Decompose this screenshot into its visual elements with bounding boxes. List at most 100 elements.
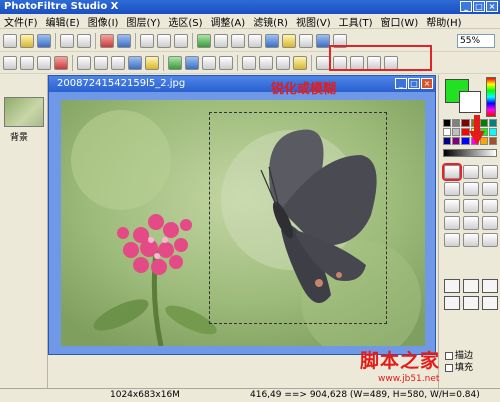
eyedropper-icon[interactable] (444, 182, 460, 196)
open-folder-icon[interactable] (20, 33, 34, 48)
palette-swatch[interactable] (443, 128, 452, 136)
grayscale-icon[interactable] (77, 55, 91, 70)
copy-icon[interactable] (157, 33, 171, 48)
smudge-icon[interactable] (444, 216, 460, 230)
color-balance-icon[interactable] (168, 55, 182, 70)
menu-edit[interactable]: 编辑(E) (46, 14, 80, 29)
menu-view[interactable]: 视图(V) (296, 14, 331, 29)
contrast-icon[interactable] (3, 55, 17, 70)
save-icon[interactable] (37, 33, 51, 48)
crop-icon[interactable] (231, 33, 245, 48)
auto-contrast-icon[interactable] (145, 55, 159, 70)
fill-option[interactable]: 填充 (445, 362, 473, 374)
menu-image[interactable]: 图像(I) (88, 14, 119, 29)
document-title: 20087241542159l5_2.jpg (57, 78, 186, 89)
annotation-label: 锐化或模糊 (271, 82, 337, 97)
doc-close-button[interactable]: × (421, 78, 433, 89)
outline-checkbox[interactable] (445, 351, 453, 360)
stamp-icon[interactable] (482, 233, 498, 247)
palette-swatch[interactable] (452, 119, 461, 127)
toolbar-separator (192, 32, 193, 49)
selection-marquee[interactable] (209, 112, 387, 324)
redo-icon[interactable] (117, 33, 131, 48)
palette-swatch[interactable] (479, 119, 488, 127)
gamma-icon[interactable] (37, 55, 51, 70)
close-button[interactable]: × (486, 1, 498, 12)
rounded-rect-shape-icon[interactable] (482, 279, 498, 293)
levels-icon[interactable] (202, 55, 216, 70)
fill-bucket-icon[interactable] (444, 199, 460, 213)
polygon-shape-icon[interactable] (482, 296, 498, 310)
eraser-icon[interactable] (444, 233, 460, 247)
diamond-shape-icon[interactable] (444, 296, 460, 310)
grid-icon[interactable] (299, 33, 313, 48)
fill-checkbox[interactable] (445, 363, 453, 372)
triangle-shape-icon[interactable] (463, 296, 479, 310)
frame-icon[interactable] (265, 33, 279, 48)
blur-tool-icon[interactable] (463, 216, 479, 230)
palette-swatch[interactable] (452, 137, 461, 145)
brightness-icon[interactable] (20, 55, 34, 70)
browser-icon[interactable] (316, 33, 330, 48)
transform-icon[interactable] (293, 55, 307, 70)
rotate-icon[interactable] (276, 55, 290, 70)
layer-icon[interactable] (282, 33, 296, 48)
doc-maximize-button[interactable]: □ (408, 78, 420, 89)
palette-swatch[interactable] (443, 137, 452, 145)
scan-icon[interactable] (77, 33, 91, 48)
image-canvas[interactable] (61, 100, 425, 346)
menu-filter[interactable]: 滤镜(R) (253, 14, 288, 29)
paste-icon[interactable] (174, 33, 188, 48)
color-spectrum[interactable] (486, 77, 496, 117)
saturation-icon[interactable] (54, 55, 68, 70)
outline-option[interactable]: 描边 (445, 350, 473, 362)
spray-icon[interactable] (463, 199, 479, 213)
sharpen-icon[interactable] (316, 55, 330, 70)
brush-icon[interactable] (482, 199, 498, 213)
flip-v-icon[interactable] (259, 55, 273, 70)
image-size-icon[interactable] (197, 33, 211, 48)
minimize-button[interactable]: _ (460, 1, 472, 12)
zoom-select[interactable]: 55% (457, 34, 495, 48)
menu-adjust[interactable]: 调整(A) (211, 14, 246, 29)
auto-level-icon[interactable] (128, 55, 142, 70)
cut-icon[interactable] (140, 33, 154, 48)
pencil-icon[interactable] (463, 182, 479, 196)
select-tool-icon[interactable] (442, 163, 462, 181)
document-title-bar: 20087241542159l5_2.jpg _ □ × (49, 76, 435, 92)
menu-tools[interactable]: 工具(T) (339, 14, 373, 29)
palette-swatch[interactable] (443, 119, 452, 127)
doc-minimize-button[interactable]: _ (395, 78, 407, 89)
flip-h-icon[interactable] (242, 55, 256, 70)
maximize-button[interactable]: □ (473, 1, 485, 12)
drop-icon[interactable] (463, 233, 479, 247)
layer-thumbnail[interactable] (4, 97, 44, 127)
text-icon[interactable] (248, 33, 262, 48)
magic-wand-icon[interactable] (463, 165, 479, 179)
ellipse-shape-icon[interactable] (463, 279, 479, 293)
menu-window[interactable]: 窗口(W) (381, 14, 419, 29)
menu-layer[interactable]: 图层(Y) (126, 14, 160, 29)
background-color-swatch[interactable] (459, 91, 481, 113)
menu-help[interactable]: 帮助(H) (426, 14, 461, 29)
palette-swatch[interactable] (488, 119, 497, 127)
print-icon[interactable] (60, 33, 74, 48)
new-file-icon[interactable] (3, 33, 17, 48)
curves-icon[interactable] (219, 55, 233, 70)
hue-icon[interactable] (185, 55, 199, 70)
palette-swatch[interactable] (461, 119, 470, 127)
line-icon[interactable] (482, 182, 498, 196)
hand-icon[interactable] (482, 165, 498, 179)
undo-icon[interactable] (100, 33, 114, 48)
palette-swatch[interactable] (488, 128, 497, 136)
canvas-size-icon[interactable] (214, 33, 228, 48)
tolerance-slider[interactable] (443, 149, 497, 157)
clone-stamp-icon[interactable] (482, 216, 498, 230)
menu-file[interactable]: 文件(F) (4, 14, 38, 29)
palette-swatch[interactable] (488, 137, 497, 145)
menu-selection[interactable]: 选区(S) (168, 14, 202, 29)
negative-icon[interactable] (111, 55, 125, 70)
rectangle-shape-icon[interactable] (444, 279, 460, 293)
palette-swatch[interactable] (452, 128, 461, 136)
sepia-icon[interactable] (94, 55, 108, 70)
